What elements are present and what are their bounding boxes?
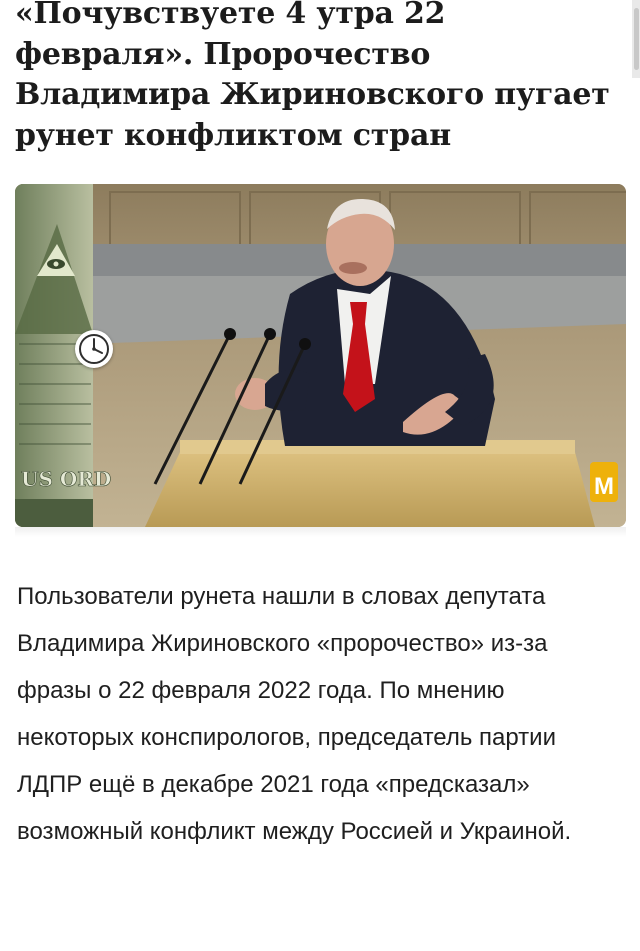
scrollbar[interactable] <box>632 0 640 78</box>
collage-text: US ORD <box>21 467 111 491</box>
article-lead: Пользователи рунета нашли в словах депут… <box>17 583 572 845</box>
card-shadow <box>15 527 626 537</box>
watermark-logo: M <box>590 462 618 502</box>
article-headline: «Почувствуете 4 утра 22 февраля». Пророч… <box>15 0 610 153</box>
watermark-logo-text: M <box>594 473 614 500</box>
clock-icon <box>75 330 113 368</box>
scrollbar-thumb[interactable] <box>634 8 639 70</box>
